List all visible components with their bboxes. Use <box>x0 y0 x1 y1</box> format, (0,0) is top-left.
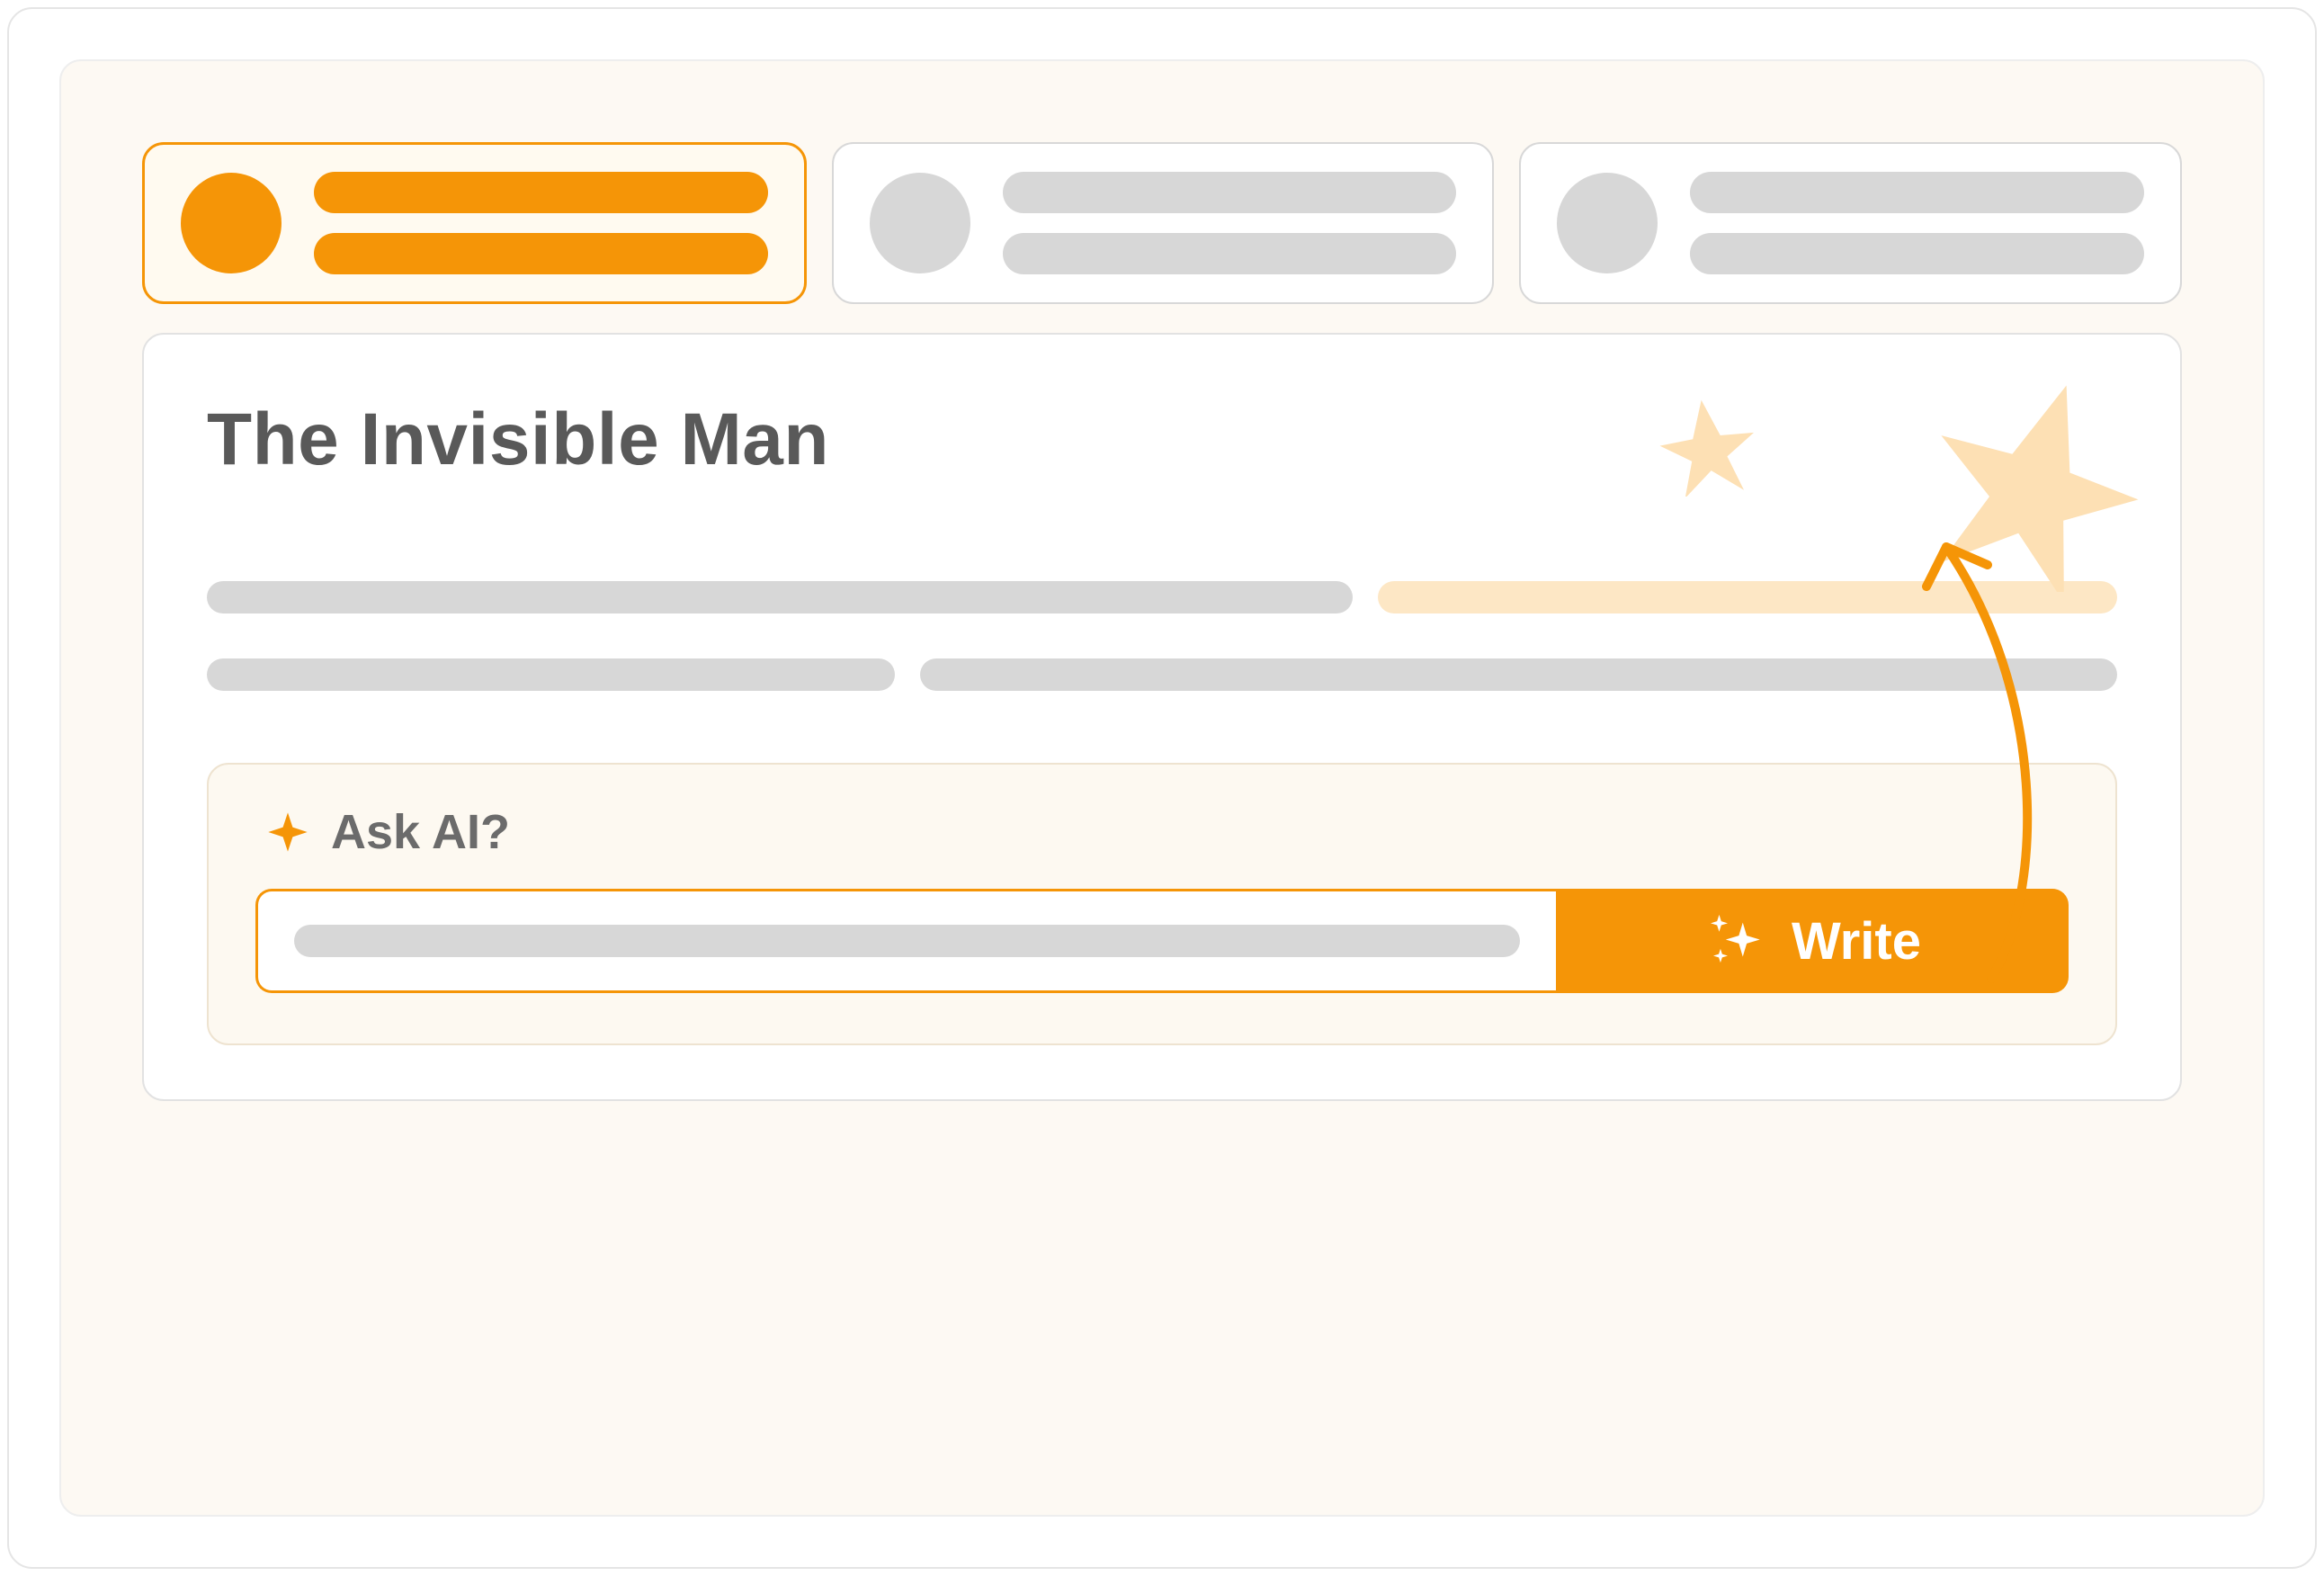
content-text-body <box>207 581 2117 691</box>
tab-lines <box>1690 172 2144 274</box>
placeholder-line <box>294 925 1520 957</box>
ask-ai-label: Ask AI? <box>331 804 510 860</box>
ask-ai-header: Ask AI? <box>255 804 2069 860</box>
content-title: The Invisible Man <box>207 398 2117 482</box>
placeholder-line <box>207 581 1353 613</box>
tab-lines <box>314 172 768 274</box>
placeholder-line <box>1690 233 2144 274</box>
placeholder-line <box>1690 172 2144 213</box>
tab-avatar <box>181 173 282 273</box>
ask-ai-panel: Ask AI? Write <box>207 763 2117 1045</box>
star-decoration-large-icon <box>1926 376 2142 592</box>
placeholder-line <box>920 658 2117 691</box>
sparkle-icon <box>264 809 311 855</box>
ask-ai-input[interactable] <box>255 889 1556 993</box>
tab-card-1[interactable] <box>142 142 807 304</box>
text-row <box>207 581 2117 613</box>
placeholder-line <box>1003 172 1457 213</box>
tab-card-3[interactable] <box>1519 142 2182 304</box>
tab-avatar <box>1557 173 1658 273</box>
write-button[interactable]: Write <box>1556 889 2069 993</box>
tab-card-2[interactable] <box>832 142 1495 304</box>
star-decoration-small-icon <box>1658 398 1757 497</box>
tab-avatar <box>870 173 970 273</box>
placeholder-line <box>1003 233 1457 274</box>
tabs-row <box>142 142 2182 304</box>
content-card: The Invisible Man <box>142 333 2182 1101</box>
placeholder-line <box>207 658 895 691</box>
ask-ai-input-row: Write <box>255 889 2069 993</box>
placeholder-line <box>314 233 768 274</box>
text-row <box>207 658 2117 691</box>
outer-frame: The Invisible Man <box>7 7 2317 1569</box>
write-button-label: Write <box>1792 911 1921 972</box>
tab-lines <box>1003 172 1457 274</box>
placeholder-line <box>314 172 768 213</box>
sparkles-icon <box>1703 909 1766 972</box>
app-canvas: The Invisible Man <box>59 59 2265 1517</box>
